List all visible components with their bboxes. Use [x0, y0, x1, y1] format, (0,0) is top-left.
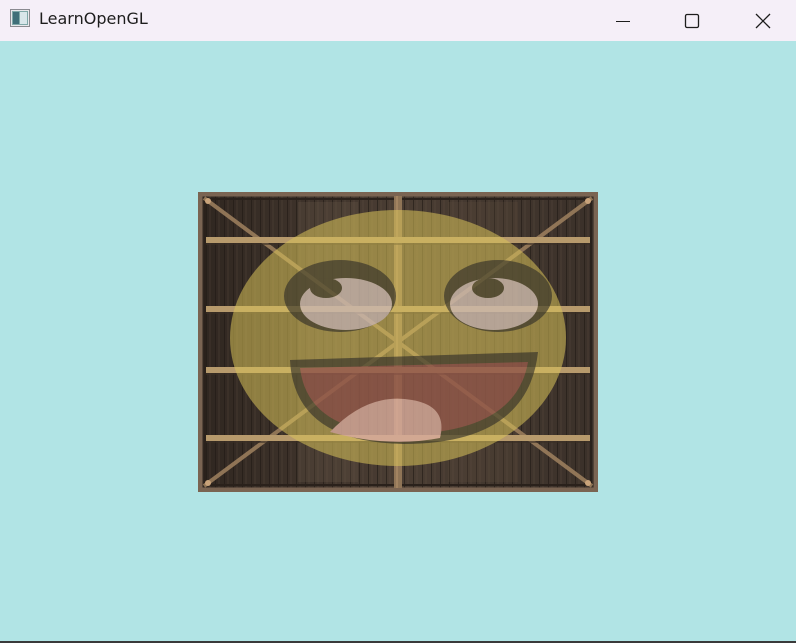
- app-window-icon: [10, 9, 30, 27]
- app-window: LearnOpenGL: [0, 0, 796, 641]
- opengl-viewport[interactable]: [0, 41, 796, 641]
- title-bar[interactable]: LearnOpenGL: [0, 0, 796, 41]
- blended-texture-image: [197, 191, 599, 493]
- maximize-button[interactable]: [669, 0, 715, 41]
- minimize-icon: [615, 13, 631, 29]
- close-button[interactable]: [740, 0, 786, 41]
- textured-quad: [197, 191, 599, 493]
- maximize-icon: [684, 13, 700, 29]
- minimize-button[interactable]: [600, 0, 646, 41]
- close-icon: [755, 13, 771, 29]
- window-title: LearnOpenGL: [39, 9, 148, 28]
